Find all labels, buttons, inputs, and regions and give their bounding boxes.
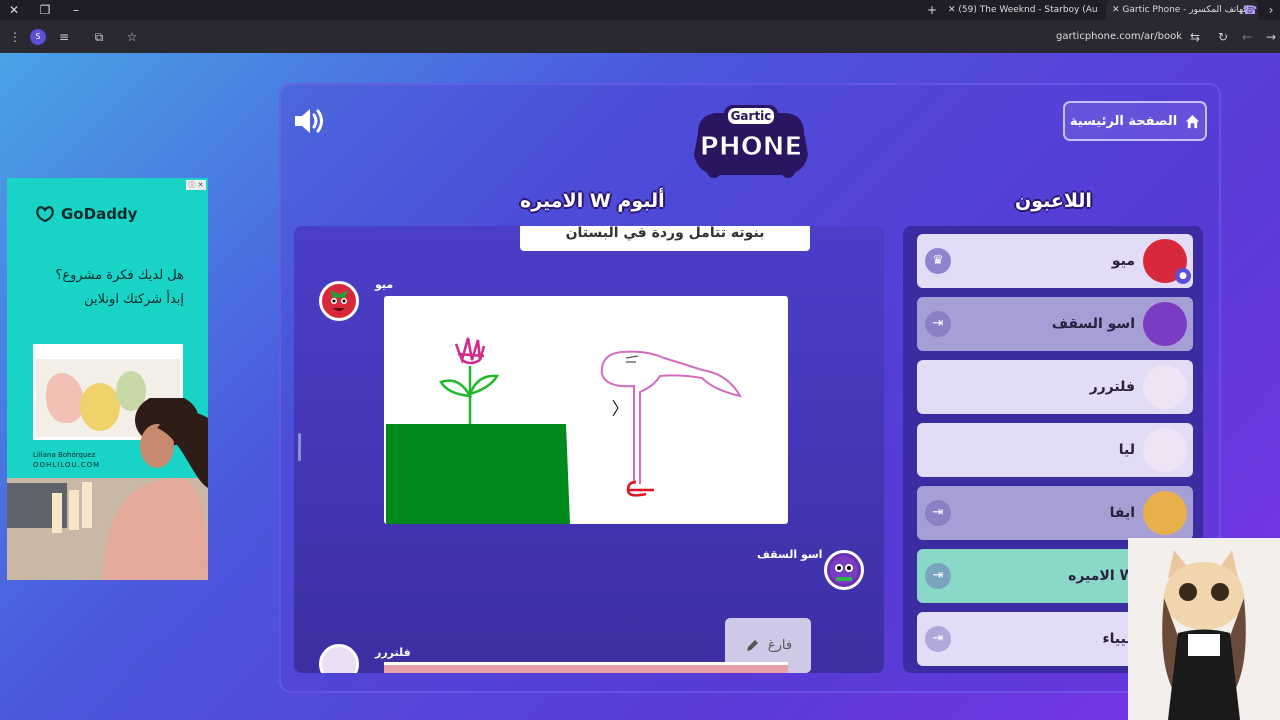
tab-title: Gartic Phone - الهاتف المكسور	[1122, 5, 1249, 15]
bookmark-star-icon[interactable]: ☆	[123, 28, 141, 46]
browser-tab-bar: ✕ ❐ – + ✕ (59) The Weeknd - Starboy (Au …	[0, 0, 1280, 20]
ad-photo	[7, 398, 208, 580]
entry-author: ميو	[375, 278, 394, 291]
player-name: ليا	[1118, 442, 1135, 458]
ad-headline-line-1: هل لديك فكرة مشروع؟	[55, 268, 184, 283]
scroll-indicator[interactable]	[298, 433, 301, 461]
back-icon[interactable]: ←	[1238, 28, 1256, 46]
next-entry-preview	[384, 662, 788, 673]
browser-toolbar: ⋮ S ≡ ⧉ ☆ garticphone.com/ar/book ⇆ ↻ ← …	[0, 20, 1280, 53]
ad-brand-name: GoDaddy	[61, 205, 138, 223]
ad-headline-line-2: إبدأ شركتك اونلاين	[84, 292, 184, 307]
player-avatar-purple-monster	[1143, 302, 1187, 346]
site-settings-icon[interactable]: ⇆	[1186, 28, 1204, 46]
player-row[interactable]: ♛ ميو ●	[917, 234, 1193, 288]
close-tab-icon[interactable]: ✕	[1112, 5, 1122, 15]
player-name: W الاميره	[1068, 568, 1135, 584]
playlist-icon[interactable]: ≡	[55, 28, 73, 46]
tab-title: (59) The Weeknd - Starboy (Au	[958, 5, 1098, 15]
address-bar[interactable]: garticphone.com/ar/book	[1056, 28, 1182, 46]
players-title: اللاعبون	[1015, 190, 1092, 212]
minimize-window-icon[interactable]: –	[68, 2, 84, 18]
player-avatar-unicorn	[1143, 365, 1187, 409]
exit-icon: ⇥	[925, 563, 951, 589]
player-name: اسو السقف	[1051, 316, 1135, 332]
reload-icon[interactable]: ↻	[1214, 28, 1232, 46]
player-avatar-pizza	[1143, 491, 1187, 535]
logo-text-gartic: Gartic	[731, 109, 772, 123]
album-panel[interactable]: بنوته تتأمل وردة في البستان ميو اسو السق…	[294, 226, 884, 673]
home-button-label: الصفحة الرئيسية	[1069, 113, 1178, 129]
player-row[interactable]: ⇥ ايفا	[917, 486, 1193, 540]
entry-author: فلتررر	[375, 646, 411, 659]
ad-headline: هل لديك فكرة مشروع؟ إبدأ شركتك اونلاين	[17, 264, 184, 312]
entry-author: اسو السقف	[757, 548, 823, 561]
godaddy-logo-icon	[36, 206, 54, 223]
avatar-strawberry	[319, 281, 359, 321]
cat-photo	[1128, 538, 1280, 720]
close-tab-icon[interactable]: ✕	[948, 5, 958, 15]
player-row[interactable]: ⇥ اسو السقف	[917, 297, 1193, 351]
home-icon	[1186, 114, 1200, 128]
logo-text-phone: PHONE	[700, 132, 802, 162]
avatar-purple-monster	[824, 550, 864, 590]
profile-icon[interactable]: S	[30, 29, 46, 45]
player-row[interactable]: ليا	[917, 423, 1193, 477]
ad-info-icon[interactable]: ⓘ ✕	[186, 180, 206, 190]
tab-youtube[interactable]: ✕ (59) The Weeknd - Starboy (Au	[948, 0, 1100, 20]
player-avatar-unicorn	[1143, 428, 1187, 472]
album-caption: بنوته تتأمل وردة في البستان	[520, 226, 810, 251]
home-button[interactable]: الصفحة الرئيسية	[1063, 101, 1207, 141]
player-name: ميو	[1111, 253, 1135, 269]
ad-brand: GoDaddy	[34, 204, 137, 224]
gartic-phone-logo[interactable]: Gartic PHONE	[686, 103, 816, 183]
speaker-icon[interactable]	[293, 106, 327, 136]
album-feed: بنوته تتأمل وردة في البستان ميو اسو السق…	[294, 226, 884, 673]
player-name: ايفا	[1109, 505, 1135, 521]
album-title: ألبوم W الاميره	[520, 190, 665, 212]
menu-dots-icon[interactable]: ⋮	[6, 28, 24, 46]
player-name: فلتررر	[1089, 379, 1135, 395]
new-tab-icon[interactable]: +	[924, 2, 940, 18]
page: ⓘ ✕ GoDaddy هل لديك فكرة مشروع؟ إبدأ شرك…	[0, 53, 1280, 720]
bubble-text: فارغ	[767, 638, 793, 653]
crown-icon: ♛	[925, 248, 951, 274]
avatar-unicorn	[319, 644, 359, 673]
pencil-icon	[746, 639, 758, 651]
chevron-right-icon[interactable]: ›	[1263, 2, 1279, 18]
restore-window-icon[interactable]: ❐	[37, 2, 53, 18]
gartic-favicon: ☎	[1242, 3, 1258, 17]
ad-banner[interactable]: ⓘ ✕ GoDaddy هل لديك فكرة مشروع؟ إبدأ شرك…	[7, 178, 208, 580]
drawing-canvas	[384, 296, 788, 524]
exit-icon: ⇥	[925, 311, 951, 337]
user-icon: ●	[1175, 268, 1191, 284]
close-window-icon[interactable]: ✕	[6, 2, 22, 18]
volume-icon	[295, 109, 323, 133]
flower-drawing	[386, 337, 742, 524]
extensions-icon[interactable]: ⧉	[90, 28, 108, 46]
webcam-overlay	[1128, 538, 1280, 720]
player-row[interactable]: فلتررر	[917, 360, 1193, 414]
exit-icon: ⇥	[925, 500, 951, 526]
tab-gartic[interactable]: ✕ Gartic Phone - الهاتف المكسور	[1106, 0, 1258, 20]
forward-icon[interactable]: →	[1262, 28, 1280, 46]
exit-icon: ⇥	[925, 626, 951, 652]
